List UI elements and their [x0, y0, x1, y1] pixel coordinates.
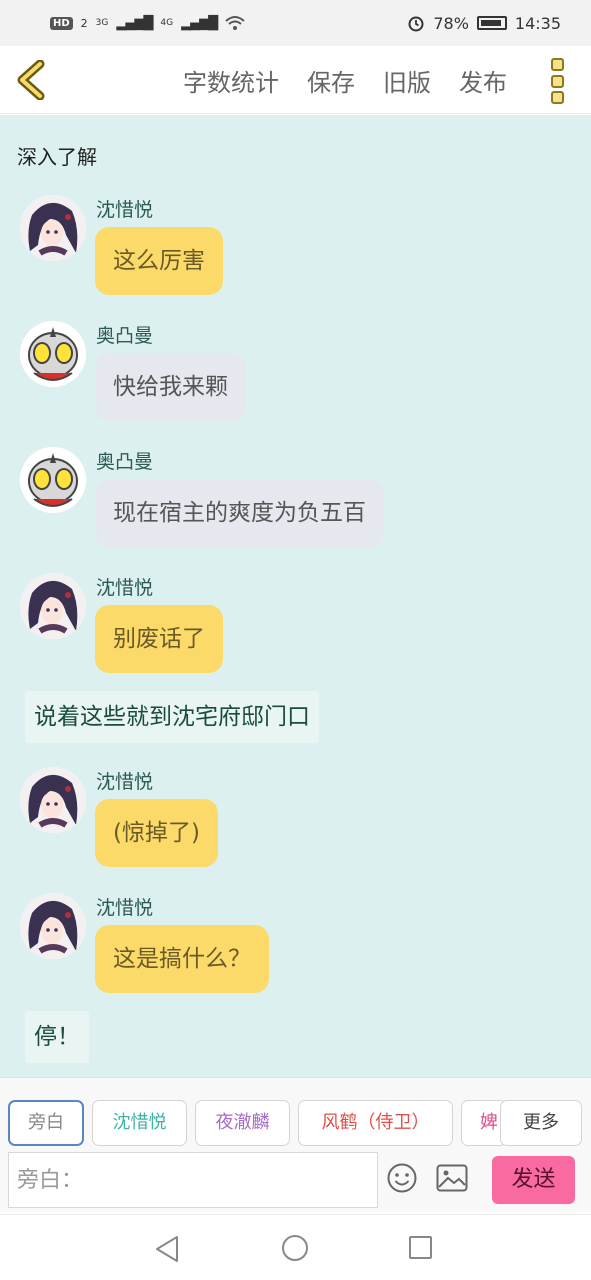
speaker-name: 沈惜悦 — [96, 577, 154, 599]
speaker-name: 沈惜悦 — [96, 897, 154, 919]
anime-girl-avatar[interactable] — [20, 893, 86, 959]
ultraman-avatar[interactable] — [20, 447, 86, 513]
send-button[interactable]: 发送 — [492, 1156, 575, 1204]
word-count-button[interactable]: 字数统计 — [183, 63, 279, 98]
message-bubble[interactable]: 这么厉害 — [95, 227, 223, 295]
nav-back-icon[interactable] — [154, 1235, 180, 1263]
clock: 14:35 — [514, 13, 561, 33]
anime-girl-avatar[interactable] — [20, 195, 86, 261]
back-icon[interactable] — [14, 60, 50, 100]
signal-icon-2: ▂▄▆█ — [181, 15, 218, 31]
signal-3g-label: 3G — [95, 18, 109, 28]
top-toolbar: 字数统计 保存 旧版 发布 — [0, 46, 591, 114]
signal-4g-label: 4G — [160, 18, 174, 28]
battery-percent: 78% — [433, 13, 469, 33]
speaker-name: 奥凸曼 — [96, 451, 154, 473]
nav-home-icon[interactable] — [282, 1235, 308, 1261]
anime-girl-avatar[interactable] — [20, 767, 86, 833]
message-input[interactable] — [9, 1153, 378, 1207]
narration-text: 深入了解 — [17, 145, 97, 169]
old-version-button[interactable]: 旧版 — [383, 63, 431, 98]
more-menu-icon[interactable] — [551, 58, 567, 104]
input-row: 发送 — [8, 1152, 591, 1208]
alarm-icon — [408, 16, 424, 32]
character-chip-narrator[interactable]: 旁白 — [8, 1100, 84, 1146]
message-bubble[interactable]: 现在宿主的爽度为负五百 — [95, 479, 384, 547]
save-button[interactable]: 保存 — [307, 63, 355, 98]
character-chip-yechelin[interactable]: 夜澈麟 — [195, 1100, 290, 1146]
message-bubble[interactable]: 这是搞什么？ — [95, 925, 269, 993]
compose-panel: 旁白 沈惜悦 夜澈麟 风鹤（侍卫） 婢 更多 发送 — [0, 1077, 591, 1212]
system-nav-bar — [0, 1214, 591, 1280]
nav-recent-apps-icon[interactable] — [409, 1236, 432, 1259]
speaker-name: 沈惜悦 — [96, 771, 154, 793]
character-chip-fenghe[interactable]: 风鹤（侍卫） — [298, 1100, 453, 1146]
speaker-name: 沈惜悦 — [96, 199, 154, 221]
speaker-name: 奥凸曼 — [96, 325, 154, 347]
more-characters-button[interactable]: 更多 — [500, 1100, 582, 1146]
signal-icon: ▂▄▆█ — [116, 15, 153, 31]
message-input-box — [8, 1152, 378, 1208]
image-icon[interactable] — [436, 1164, 468, 1192]
sim-index: 2 — [80, 16, 88, 30]
hd-badge: HD — [50, 16, 73, 30]
wifi-icon — [225, 16, 245, 30]
publish-button[interactable]: 发布 — [459, 63, 507, 98]
emoji-icon[interactable] — [386, 1162, 418, 1194]
message-bubble[interactable]: 别废话了 — [95, 605, 223, 673]
narration-bubble[interactable]: 停！ — [25, 1011, 89, 1063]
message-bubble[interactable]: 快给我来颗 — [95, 353, 246, 421]
divider — [377, 1152, 378, 1208]
chat-area[interactable]: 深入了解 沈惜悦 这么厉害 奥凸曼 快给我来颗 奥凸曼 现在宿主的爽度为负五百 … — [0, 115, 591, 1077]
ultraman-avatar[interactable] — [20, 321, 86, 387]
character-selector: 旁白 沈惜悦 夜澈麟 风鹤（侍卫） 婢 更多 — [0, 1100, 591, 1148]
battery-icon — [476, 16, 507, 30]
status-bar: HD 2 3G ▂▄▆█ 4G ▂▄▆█ 78% 14:35 — [0, 0, 591, 46]
message-bubble[interactable]: (惊掉了) — [95, 799, 218, 867]
character-chip-shenxiyue[interactable]: 沈惜悦 — [92, 1100, 187, 1146]
anime-girl-avatar[interactable] — [20, 573, 86, 639]
narration-bubble[interactable]: 说着这些就到沈宅府邸门口 — [25, 691, 319, 743]
